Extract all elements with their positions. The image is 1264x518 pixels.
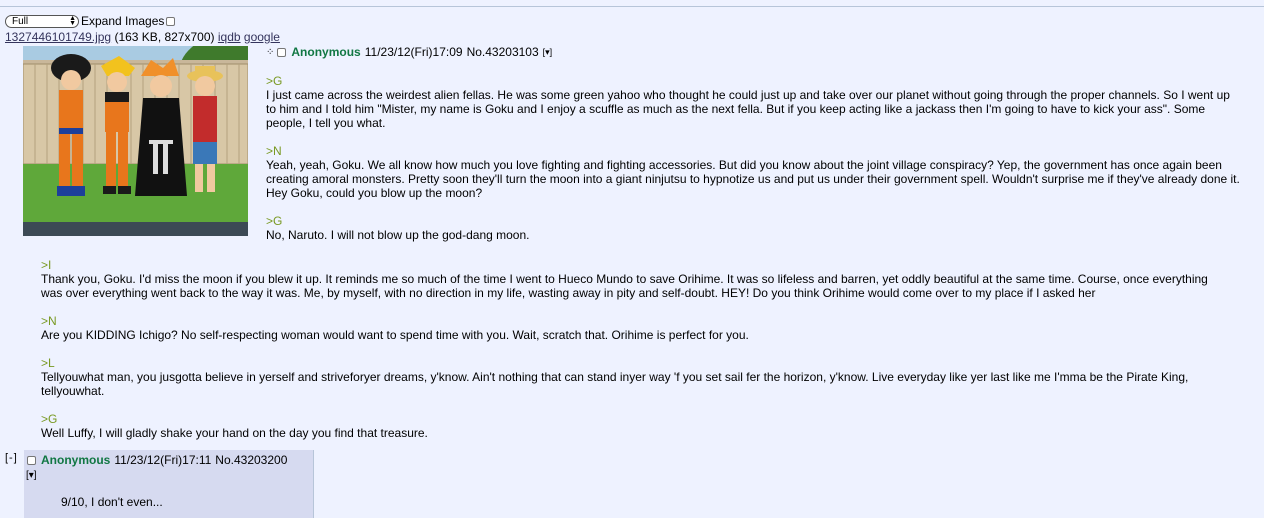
- post-paragraph: >I Thank you, Goku. I'd miss the moon if…: [41, 258, 1231, 300]
- post-text: Are you KIDDING Ichigo? No self-respecti…: [41, 328, 749, 342]
- op-file-info: 1327446101749.jpg (163 KB, 827x700) iqdb…: [5, 30, 280, 44]
- cartoon-illustration: [23, 46, 248, 236]
- post-paragraph: >G I just came across the weirdest alien…: [266, 74, 1241, 130]
- op-post-checkbox[interactable]: [277, 47, 287, 57]
- op-post-header: ⁘ Anonymous 11/23/12(Fri)17:09 No.432031…: [266, 45, 552, 59]
- post-text: Thank you, Goku. I'd miss the moon if yo…: [41, 272, 1208, 300]
- post-text: No, Naruto. I will not blow up the god-d…: [266, 228, 530, 242]
- post-paragraph: >L Tellyouwhat man, you jusgotta believe…: [41, 356, 1231, 398]
- expand-images-checkbox[interactable]: [166, 16, 176, 26]
- view-controls: Full ▲ ▼ Expand Images: [5, 13, 176, 29]
- op-post-number[interactable]: No.43203103: [467, 45, 539, 59]
- hide-reply-toggle[interactable]: [-]: [5, 452, 18, 464]
- top-divider: [0, 6, 1264, 7]
- op-post-body-continued: >I Thank you, Goku. I'd miss the moon if…: [41, 258, 1231, 454]
- expand-images-label: Expand Images: [81, 14, 165, 28]
- op-file-meta: (163 KB, 827x700): [114, 30, 215, 44]
- reply-post-number[interactable]: No.43203200: [215, 453, 287, 467]
- op-poster-name: Anonymous: [291, 45, 361, 59]
- image-search-icon[interactable]: ⁘: [266, 47, 274, 58]
- greentext-quote: >I: [41, 258, 52, 272]
- reply-post-datetime: 11/23/12(Fri)17:11: [114, 453, 212, 467]
- reply-post-menu-button[interactable]: [▾]: [26, 470, 37, 481]
- greentext-quote: >G: [41, 412, 58, 426]
- view-mode-select[interactable]: Full ▲ ▼: [5, 14, 79, 28]
- iqdb-link[interactable]: iqdb: [218, 30, 241, 44]
- greentext-quote: >N: [266, 144, 282, 158]
- post-text: Well Luffy, I will gladly shake your han…: [41, 426, 428, 440]
- greentext-quote: >L: [41, 356, 55, 370]
- reply-post: Anonymous 11/23/12(Fri)17:11 No.43203200…: [24, 450, 314, 518]
- reply-post-header: Anonymous 11/23/12(Fri)17:11 No.43203200: [27, 453, 287, 467]
- greentext-quote: >G: [266, 74, 283, 88]
- op-post-menu-button[interactable]: [▾]: [543, 47, 553, 58]
- post-text: Tellyouwhat man, you jusgotta believe in…: [41, 370, 1189, 398]
- greentext-quote: >N: [41, 314, 57, 328]
- op-thumbnail-image[interactable]: [23, 46, 248, 236]
- post-text: I just came across the weirdest alien fe…: [266, 88, 1230, 130]
- post-paragraph: >N Are you KIDDING Ichigo? No self-respe…: [41, 314, 1231, 342]
- reply-poster-name: Anonymous: [41, 453, 111, 467]
- op-file-link[interactable]: 1327446101749.jpg: [5, 30, 111, 44]
- google-link[interactable]: google: [244, 30, 280, 44]
- post-paragraph: >G No, Naruto. I will not blow up the go…: [266, 214, 1241, 242]
- greentext-quote: >G: [266, 214, 283, 228]
- post-text: Yeah, yeah, Goku. We all know how much y…: [266, 158, 1240, 200]
- view-mode-value: Full: [12, 15, 29, 27]
- reply-post-text: 9/10, I don't even...: [61, 495, 163, 509]
- op-post-body: >G I just came across the weirdest alien…: [266, 74, 1241, 256]
- reply-post-checkbox[interactable]: [27, 455, 36, 465]
- post-paragraph: >G Well Luffy, I will gladly shake your …: [41, 412, 1231, 440]
- op-post-datetime: 11/23/12(Fri)17:09: [364, 45, 463, 59]
- select-arrows-icon: ▲ ▼: [69, 15, 76, 27]
- post-paragraph: >N Yeah, yeah, Goku. We all know how muc…: [266, 144, 1241, 200]
